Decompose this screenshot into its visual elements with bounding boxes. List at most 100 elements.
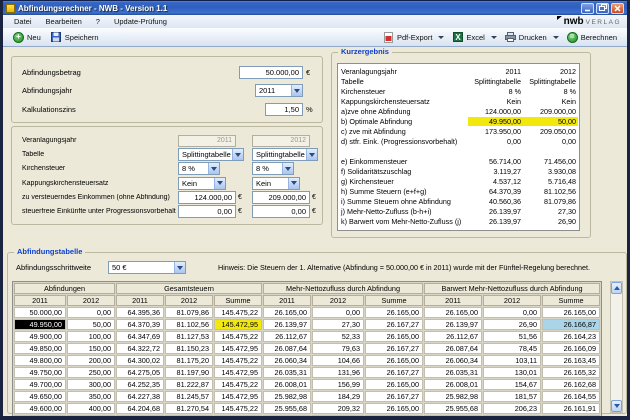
table-cell[interactable]: 26.164,23 (542, 331, 600, 342)
table-cell[interactable]: 26.139,97 (263, 319, 311, 330)
table-cell[interactable]: 26.167,27 (365, 343, 423, 354)
table-cell[interactable]: 26.166,87 (542, 319, 600, 330)
table-cell[interactable]: 81.245,57 (165, 391, 213, 402)
kalkulationszins-input[interactable]: 1,50 (265, 103, 303, 116)
excel-button[interactable]: X Excel (447, 30, 489, 45)
table-cell[interactable]: 49.800,00 (14, 355, 66, 366)
table-cell[interactable]: 25.955,68 (424, 403, 482, 414)
table-cell[interactable]: 26.165,00 (365, 355, 423, 366)
table-cell[interactable]: 81.175,20 (165, 355, 213, 366)
table-cell[interactable]: 26.165,00 (424, 307, 482, 318)
param-input[interactable]: 0,00 (252, 205, 310, 218)
table-cell[interactable]: 26.060,34 (424, 355, 482, 366)
table-cell[interactable]: 49.750,00 (14, 367, 66, 378)
table-cell[interactable]: 145.472,95 (214, 367, 262, 378)
close-button[interactable] (611, 3, 624, 14)
table-cell[interactable]: 26.035,31 (424, 367, 482, 378)
table-cell[interactable]: 233,12 (483, 415, 541, 420)
param-select[interactable]: Splittingtabelle (178, 148, 244, 161)
table-cell[interactable]: 26.165,00 (365, 331, 423, 342)
table-cell[interactable]: 81.079,86 (165, 307, 213, 318)
calculate-button[interactable]: = Berechnen (562, 30, 622, 45)
table-cell[interactable]: 81.127,53 (165, 331, 213, 342)
table-cell[interactable]: 145.472,95 (214, 319, 262, 330)
table-cell[interactable]: 27,30 (312, 319, 364, 330)
table-scrollbar[interactable] (610, 281, 623, 413)
table-cell[interactable]: 50.000,00 (14, 307, 66, 318)
table-cell[interactable]: 181,57 (483, 391, 541, 402)
table-cell[interactable]: 154,67 (483, 379, 541, 390)
table-cell[interactable]: 450,00 (67, 415, 115, 420)
abfindungsbetrag-input[interactable]: 50.000,00 (239, 66, 303, 79)
table-cell[interactable]: 209,32 (312, 403, 364, 414)
table-cell[interactable]: 206,23 (483, 403, 541, 414)
excel-dropdown-icon[interactable] (491, 36, 497, 39)
table-cell[interactable]: 145.472,95 (214, 415, 262, 420)
table-cell[interactable]: 26.163,77 (542, 415, 600, 420)
table-cell[interactable]: 26.167,27 (365, 319, 423, 330)
param-select[interactable]: Kein (178, 177, 226, 190)
menu-item-?[interactable]: ? (89, 17, 107, 26)
table-cell[interactable]: 49.650,00 (14, 391, 66, 402)
table-cell[interactable]: 26.165,00 (365, 403, 423, 414)
table-cell[interactable]: 26.008,01 (263, 379, 311, 390)
table-cell[interactable]: 79,63 (312, 343, 364, 354)
table-cell[interactable]: 26.163,45 (542, 355, 600, 366)
table-cell[interactable]: 300,00 (67, 379, 115, 390)
titlebar[interactable]: Abfindungsrechner - NWB - Version 1.1 (3, 0, 627, 15)
table-cell[interactable]: 50,00 (67, 319, 115, 330)
chevron-down-icon[interactable] (208, 163, 219, 174)
table-cell[interactable]: 104,66 (312, 355, 364, 366)
table-cell[interactable]: 64.347,69 (116, 331, 164, 342)
table-cell[interactable]: 0,00 (312, 307, 364, 318)
table-cell[interactable]: 145.475,22 (214, 379, 262, 390)
schrittweite-select[interactable]: 50 € (108, 261, 186, 274)
print-dropdown-icon[interactable] (553, 36, 559, 39)
table-cell[interactable]: 26.166,09 (542, 343, 600, 354)
save-button[interactable]: Speichern (46, 30, 104, 45)
table-cell[interactable]: 64.322,72 (116, 343, 164, 354)
chevron-down-icon[interactable] (291, 85, 302, 96)
scroll-down-icon[interactable] (611, 400, 622, 412)
table-cell[interactable]: 100,00 (67, 331, 115, 342)
minimize-button[interactable] (581, 3, 594, 14)
table-cell[interactable]: 78,45 (483, 343, 541, 354)
table-cell[interactable]: 145.475,22 (214, 331, 262, 342)
table-cell[interactable]: 26.165,00 (542, 307, 600, 318)
table-cell[interactable]: 64.252,35 (116, 379, 164, 390)
table-cell[interactable]: 26.165,32 (542, 367, 600, 378)
table-cell[interactable]: 26.139,97 (424, 319, 482, 330)
table-cell[interactable]: 51,56 (483, 331, 541, 342)
table-cell[interactable]: 81.102,56 (165, 319, 213, 330)
table-cell[interactable]: 26.162,68 (542, 379, 600, 390)
param-input[interactable]: 124.000,00 (178, 191, 236, 204)
table-cell[interactable]: 49.600,00 (14, 403, 66, 414)
param-input[interactable]: 0,00 (178, 205, 236, 218)
table-cell[interactable]: 25.930,65 (424, 415, 482, 420)
table-cell[interactable]: 25.955,68 (263, 403, 311, 414)
table-cell[interactable]: 184,29 (312, 391, 364, 402)
table-cell[interactable]: 130,01 (483, 367, 541, 378)
table-cell[interactable]: 26.087,64 (424, 343, 482, 354)
table-cell[interactable]: 26,90 (483, 319, 541, 330)
table-cell[interactable]: 25.982,98 (263, 391, 311, 402)
table-cell[interactable]: 26.087,64 (263, 343, 311, 354)
table-cell[interactable]: 400,00 (67, 403, 115, 414)
table-cell[interactable]: 200,00 (67, 355, 115, 366)
param-select[interactable]: 8 % (178, 162, 220, 175)
table-cell[interactable]: 350,00 (67, 391, 115, 402)
table-cell[interactable]: 26.165,00 (365, 379, 423, 390)
param-input[interactable]: 209.000,00 (252, 191, 310, 204)
new-button[interactable]: + Neu (8, 30, 46, 45)
table-cell[interactable]: 49.950,00 (14, 319, 66, 330)
table-cell[interactable]: 49.850,00 (14, 343, 66, 354)
chevron-down-icon[interactable] (214, 178, 225, 189)
table-cell[interactable]: 26.112,67 (263, 331, 311, 342)
table-cell[interactable]: 26.167,27 (365, 415, 423, 420)
table-cell[interactable]: 26.161,91 (542, 403, 600, 414)
menu-item-datei[interactable]: Datei (7, 17, 39, 26)
param-select[interactable]: Kein (252, 177, 300, 190)
table-cell[interactable]: 0,00 (67, 307, 115, 318)
table-cell[interactable]: 26.167,27 (365, 391, 423, 402)
table-cell[interactable]: 64.227,38 (116, 391, 164, 402)
